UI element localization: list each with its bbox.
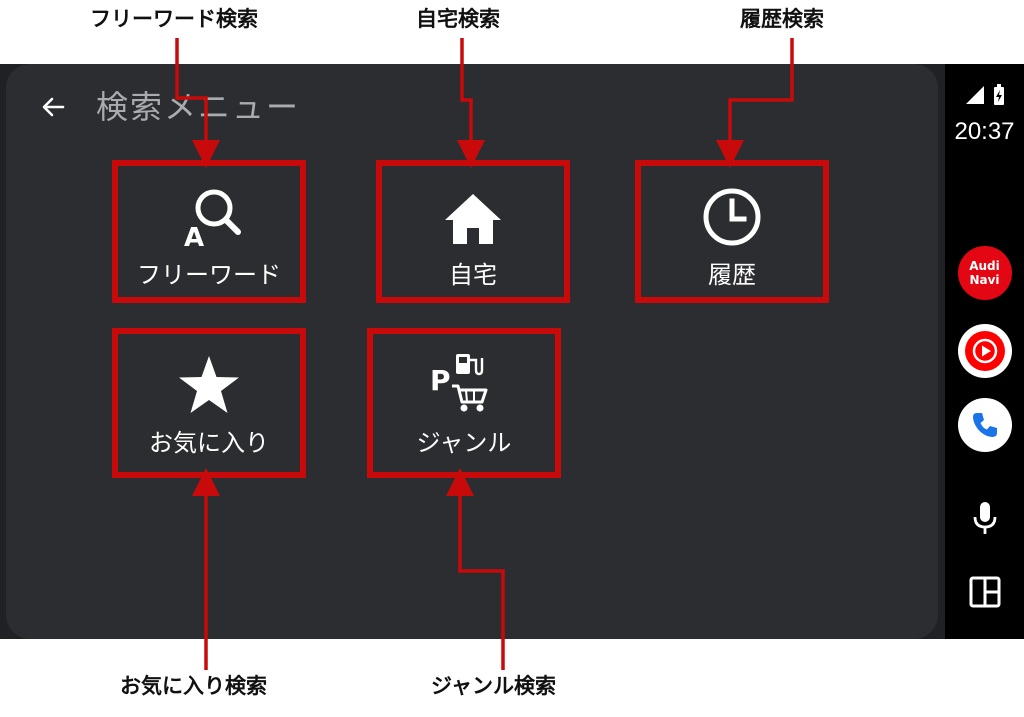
search-a-icon: A [184,189,241,250]
battery-charging-icon [993,84,1004,105]
svg-text:A: A [184,223,204,250]
dashboard-grid-icon [969,576,1000,608]
status-time: 20:37 [954,118,1015,145]
mic-button[interactable] [970,500,1000,540]
tile-label-genre: ジャンル [416,429,512,457]
tile-label-home: 自宅 [449,261,497,289]
svg-text:P: P [430,364,451,397]
page-title: 検索メニュー [96,88,301,126]
tile-label-favorites: お気に入り [149,429,269,457]
mic-icon [973,502,996,534]
clock-icon [703,188,761,246]
callout-free-word-search: フリーワード検索 [90,7,258,31]
phone-app-button[interactable] [957,398,1012,452]
home-search-tile[interactable]: 自宅 [376,160,570,303]
callout-history-search: 履歴検索 [740,7,824,31]
dashboard-button[interactable] [969,576,1001,612]
callout-home-search: 自宅検索 [416,7,500,31]
star-icon [179,356,239,413]
genre-search-tile[interactable]: P ジャンル [367,328,561,478]
favorites-search-tile[interactable]: お気に入り [112,328,306,478]
tile-label-history: 履歴 [708,261,756,289]
youtube-music-icon [964,331,1005,371]
youtube-music-app-button[interactable] [957,324,1012,378]
tile-label-free-word: フリーワード [137,261,281,289]
home-icon [445,194,501,244]
arrow-left-icon [42,97,65,117]
right-rail: 20:37 Audi Navi [945,64,1024,639]
head-unit-screen: 検索メニュー A フリーワード 自宅 履歴 お気に入り P ジャンル [0,64,945,639]
back-button[interactable] [36,90,70,124]
search-menu-panel: 検索メニュー A フリーワード 自宅 履歴 お気に入り P ジャンル [6,64,938,639]
phone-icon [972,413,997,437]
audi-navi-app-button[interactable]: Audi Navi [957,246,1012,300]
callout-favorites-search: お気に入り検索 [120,674,267,698]
signal-icon [965,86,984,104]
audi-navi-label: Audi Navi [969,259,1000,287]
genre-poi-icon: P [430,354,488,412]
callout-genre-search: ジャンル検索 [431,674,556,698]
free-word-search-tile[interactable]: A フリーワード [112,160,306,303]
history-search-tile[interactable]: 履歴 [635,160,829,303]
